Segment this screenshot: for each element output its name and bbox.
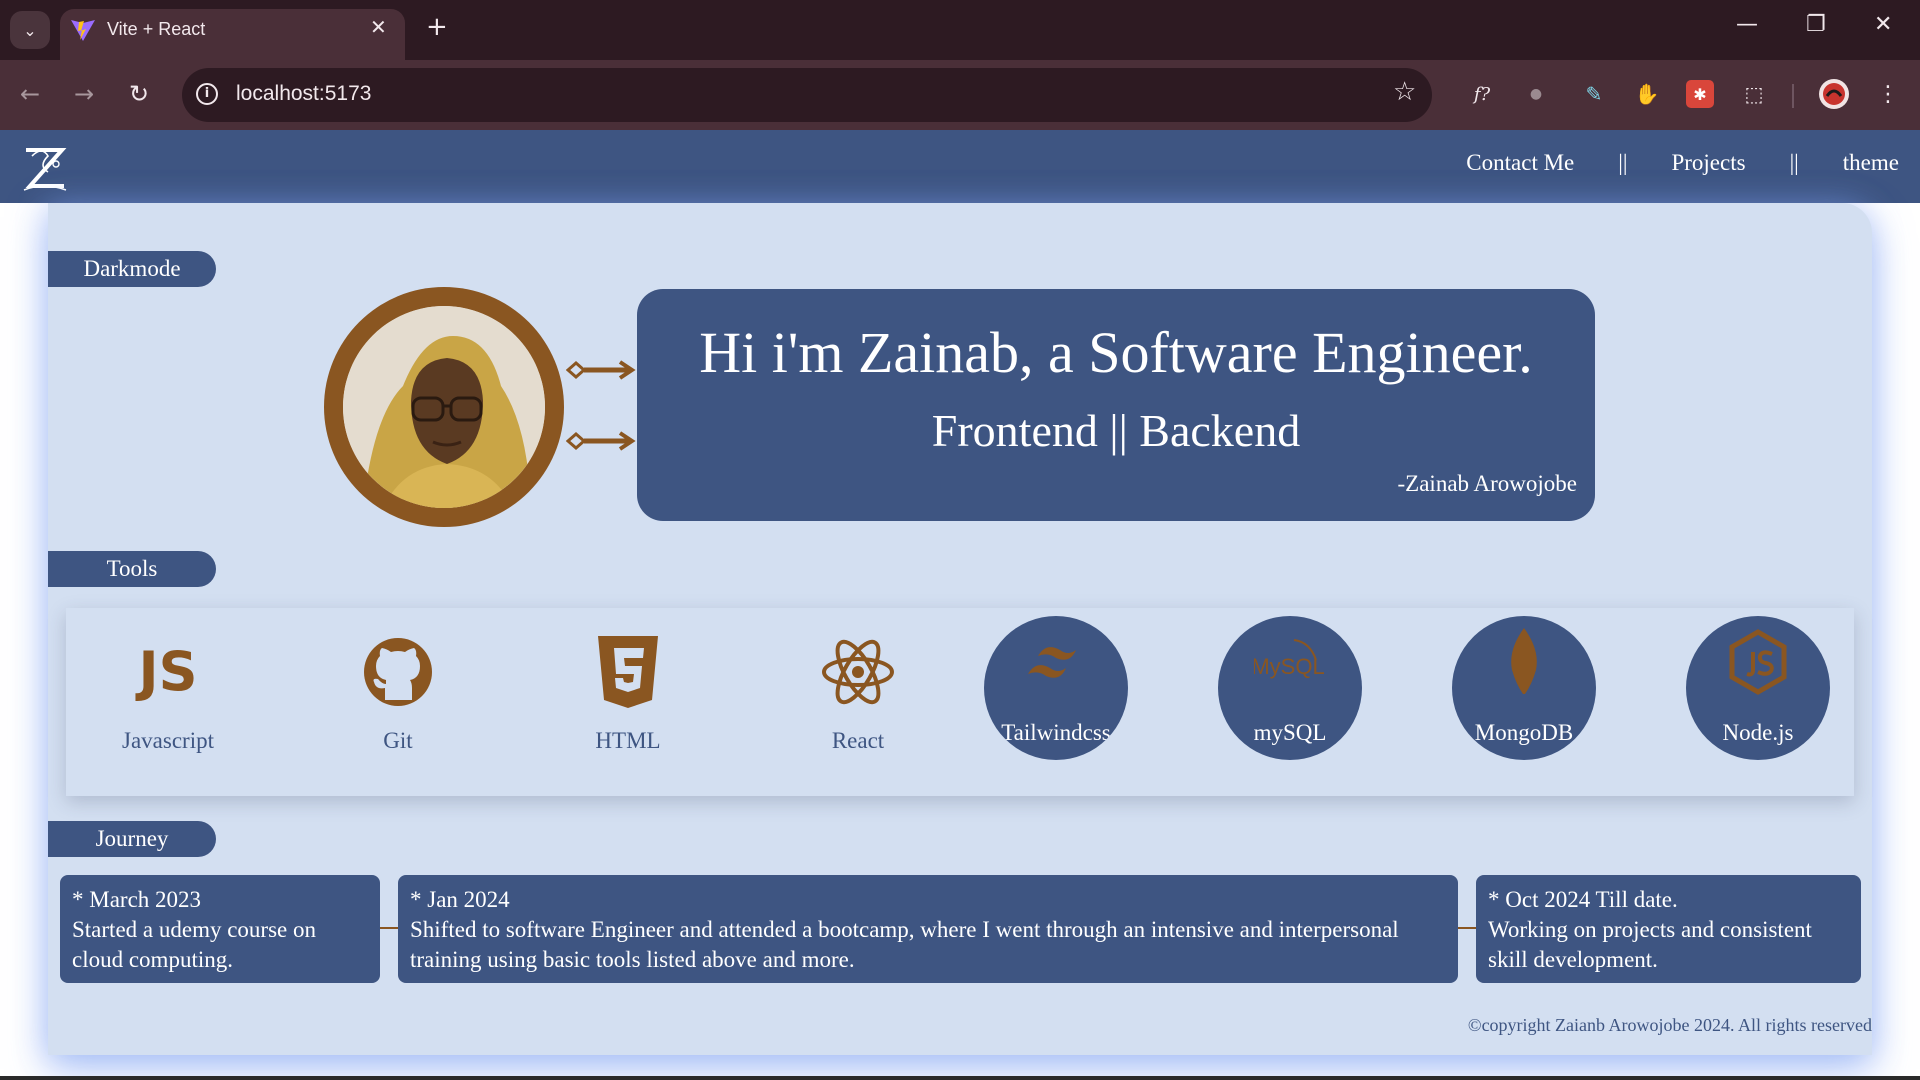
tool-javascript: JS Javascript — [88, 608, 248, 796]
tool-html: HTML — [548, 608, 708, 796]
puzzle-red-icon[interactable]: ✱ — [1686, 80, 1714, 108]
forward-button[interactable]: → — [74, 80, 94, 108]
nav-separator: || — [1618, 150, 1628, 175]
tool-tailwind: Tailwindcss — [984, 616, 1128, 760]
close-window-button[interactable]: ✕ — [1874, 12, 1892, 37]
profile-photo-frame — [324, 287, 564, 527]
hero-title: Hi i'm Zainab, a Software Engineer. — [699, 320, 1533, 385]
journey-connector — [380, 927, 398, 929]
tab-close-icon[interactable]: ✕ — [370, 15, 387, 39]
tool-label: Tailwindcss — [1001, 720, 1111, 745]
nav-separator: || — [1789, 150, 1799, 175]
tool-label: Node.js — [1722, 720, 1794, 745]
github-icon — [364, 638, 432, 706]
window-bottom-border — [0, 1076, 1920, 1080]
tool-nodejs: Node.js — [1686, 616, 1830, 760]
font-inspector-icon[interactable]: f? — [1468, 80, 1496, 108]
vite-favicon-icon — [71, 20, 95, 41]
url-text[interactable]: localhost:5173 — [236, 82, 371, 106]
back-button[interactable]: ← — [20, 80, 40, 108]
tab-search-button[interactable]: ⌄ — [10, 11, 50, 49]
reload-button[interactable]: ↻ — [129, 80, 149, 108]
copyright-text: ©copyright Zaianb Arowojobe 2024. All ri… — [1467, 1015, 1872, 1035]
html5-icon — [598, 636, 658, 708]
tool-label: React — [831, 728, 885, 753]
journey-heading: Journey — [48, 821, 216, 857]
profile-avatar[interactable] — [1818, 78, 1850, 110]
nav-theme-link[interactable]: theme — [1843, 150, 1899, 176]
tool-label: Git — [383, 728, 413, 753]
browser-menu-icon[interactable]: ⋮ — [1874, 80, 1902, 108]
eyedropper-icon[interactable]: ✎ — [1580, 80, 1608, 108]
journey-text: Started a udemy course on cloud computin… — [72, 917, 316, 972]
restore-button[interactable]: ❐ — [1806, 12, 1826, 37]
chevron-down-icon: ⌄ — [23, 20, 37, 40]
tool-label: mySQL — [1253, 720, 1327, 745]
nodejs-icon — [1729, 629, 1787, 695]
extensions-icon[interactable]: ⬚ — [1740, 80, 1768, 108]
tool-mysql: MySQL mySQL — [1218, 616, 1362, 760]
profile-photo — [343, 306, 545, 508]
new-tab-button[interactable]: + — [426, 12, 448, 42]
browser-titlebar: ⌄ Vite + React ✕ + — ❐ ✕ — [0, 0, 1920, 60]
nav-links: Contact Me || Projects || theme — [1466, 150, 1899, 176]
journey-date: * Jan 2024 — [410, 887, 510, 912]
journey-date: * Oct 2024 Till date. — [1488, 887, 1678, 912]
js-icon: JS — [135, 640, 198, 703]
hero-subtitle: Frontend || Backend — [931, 405, 1301, 456]
tailwind-icon — [1028, 647, 1076, 678]
journey-connector — [1458, 927, 1476, 929]
journey-text: Working on projects and consistent skill… — [1488, 917, 1812, 972]
hero-banner: Hi i'm Zainab, a Software Engineer. Fron… — [637, 289, 1595, 521]
tool-label: HTML — [595, 728, 661, 753]
react-icon — [822, 639, 894, 705]
nav-projects-link[interactable]: Projects — [1671, 150, 1745, 176]
tool-react: React — [778, 608, 938, 796]
svg-text:MySQL: MySQL — [1254, 654, 1325, 679]
hero-signature: -Zainab Arowojobe — [1397, 471, 1577, 496]
portrait-image — [343, 306, 545, 508]
mysql-icon: MySQL — [1254, 639, 1325, 679]
journey-card: * March 2023 Started a udemy course on c… — [60, 875, 380, 983]
journey-card: * Oct 2024 Till date. Working on project… — [1476, 875, 1861, 983]
double-arrow-icon — [566, 360, 636, 380]
tool-label: Javascript — [122, 728, 214, 753]
site-navbar: Contact Me || Projects || theme — [0, 130, 1920, 203]
tool-git: Git — [318, 608, 478, 796]
tool-label: MongoDB — [1474, 720, 1574, 745]
tool-mongodb: MongoDB — [1452, 616, 1596, 760]
site-footer: ©copyright Zaianb Arowojobe 2024. All ri… — [48, 1002, 1872, 1054]
mongodb-icon — [1511, 628, 1537, 694]
journey-text: Shifted to software Engineer and attende… — [410, 917, 1399, 972]
journey-date: * March 2023 — [72, 887, 202, 912]
browser-toolbar: ← → ↻ i localhost:5173 ☆ f? ● ✎ ✋ ✱ ⬚ ⋮ — [0, 60, 1920, 130]
ghost-icon[interactable]: ● — [1522, 80, 1550, 108]
darkmode-toggle[interactable]: Darkmode — [48, 251, 216, 287]
minimize-button[interactable]: — — [1736, 12, 1758, 37]
journey-card: * Jan 2024 Shifted to software Engineer … — [398, 875, 1458, 983]
hand-icon[interactable]: ✋ — [1633, 80, 1661, 108]
z-logo-icon[interactable] — [18, 142, 70, 194]
bookmark-star-icon[interactable]: ☆ — [1393, 77, 1416, 107]
site-info-icon[interactable]: i — [196, 83, 218, 105]
nav-contact-link[interactable]: Contact Me — [1466, 150, 1574, 176]
tab-title: Vite + React — [107, 19, 206, 39]
svg-text:JS: JS — [135, 640, 198, 703]
tools-heading: Tools — [48, 551, 216, 587]
toolbar-divider — [1792, 84, 1794, 108]
double-arrow-icon — [566, 431, 636, 451]
